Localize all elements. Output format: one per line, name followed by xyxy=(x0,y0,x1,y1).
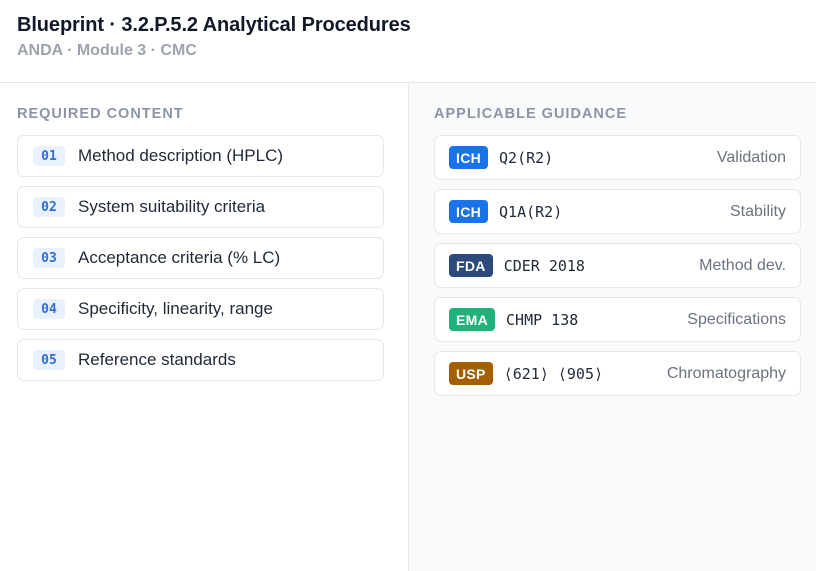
required-item[interactable]: 01 Method description (HPLC) xyxy=(17,135,384,177)
required-content-panel: REQUIRED CONTENT 01 Method description (… xyxy=(0,83,408,571)
page-header: Blueprint · 3.2.P.5.2 Analytical Procedu… xyxy=(0,0,816,83)
agency-badge: EMA xyxy=(449,308,496,331)
page-subtitle: ANDA · Module 3 · CMC xyxy=(17,42,197,59)
guidance-topic: Validation xyxy=(716,148,786,166)
required-content-heading: REQUIRED CONTENT xyxy=(17,106,184,122)
guidance-item[interactable]: ICH Q2(R2) Validation xyxy=(434,135,801,180)
guidance-item[interactable]: ICH Q1A(R2) Stability xyxy=(434,189,801,234)
item-label: Specificity, linearity, range xyxy=(78,299,273,318)
guidance-topic: Specifications xyxy=(687,310,786,328)
required-item[interactable]: 03 Acceptance criteria (% LC) xyxy=(17,237,384,279)
guidance-code: CDER 2018 xyxy=(503,256,585,275)
guidance-code: ⟨621⟩ ⟨905⟩ xyxy=(503,364,604,383)
item-number: 03 xyxy=(33,248,65,268)
guidance-topic: Stability xyxy=(729,202,786,220)
item-number: 01 xyxy=(33,146,65,166)
item-number: 02 xyxy=(33,197,65,217)
guidance-code: CHMP 138 xyxy=(506,310,579,329)
required-content-list: 01 Method description (HPLC) 02 System s… xyxy=(17,135,384,390)
agency-badge: USP xyxy=(449,362,493,385)
item-label: Reference standards xyxy=(78,350,236,369)
required-item[interactable]: 04 Specificity, linearity, range xyxy=(17,288,384,330)
item-number: 05 xyxy=(33,350,65,370)
item-label: System suitability criteria xyxy=(78,197,266,216)
item-label: Acceptance criteria (% LC) xyxy=(78,248,281,267)
guidance-topic: Method dev. xyxy=(699,256,786,274)
item-number: 04 xyxy=(33,299,65,319)
agency-badge: ICH xyxy=(449,200,489,223)
required-item[interactable]: 05 Reference standards xyxy=(17,339,384,381)
agency-badge: ICH xyxy=(449,146,489,169)
guidance-item[interactable]: USP ⟨621⟩ ⟨905⟩ Chromatography xyxy=(434,351,801,396)
guidance-topic: Chromatography xyxy=(666,364,786,382)
required-item[interactable]: 02 System suitability criteria xyxy=(17,186,384,228)
guidance-item[interactable]: FDA CDER 2018 Method dev. xyxy=(434,243,801,288)
guidance-code: Q1A(R2) xyxy=(499,202,563,221)
guidance-list: ICH Q2(R2) Validation ICH Q1A(R2) Stabil… xyxy=(434,135,801,405)
item-label: Method description (HPLC) xyxy=(78,146,284,165)
guidance-item[interactable]: EMA CHMP 138 Specifications xyxy=(434,297,801,342)
page-title: Blueprint · 3.2.P.5.2 Analytical Procedu… xyxy=(17,14,411,36)
agency-badge: FDA xyxy=(449,254,493,277)
guidance-code: Q2(R2) xyxy=(499,148,554,167)
applicable-guidance-heading: APPLICABLE GUIDANCE xyxy=(434,106,628,122)
applicable-guidance-panel: APPLICABLE GUIDANCE ICH Q2(R2) Validatio… xyxy=(408,83,816,571)
